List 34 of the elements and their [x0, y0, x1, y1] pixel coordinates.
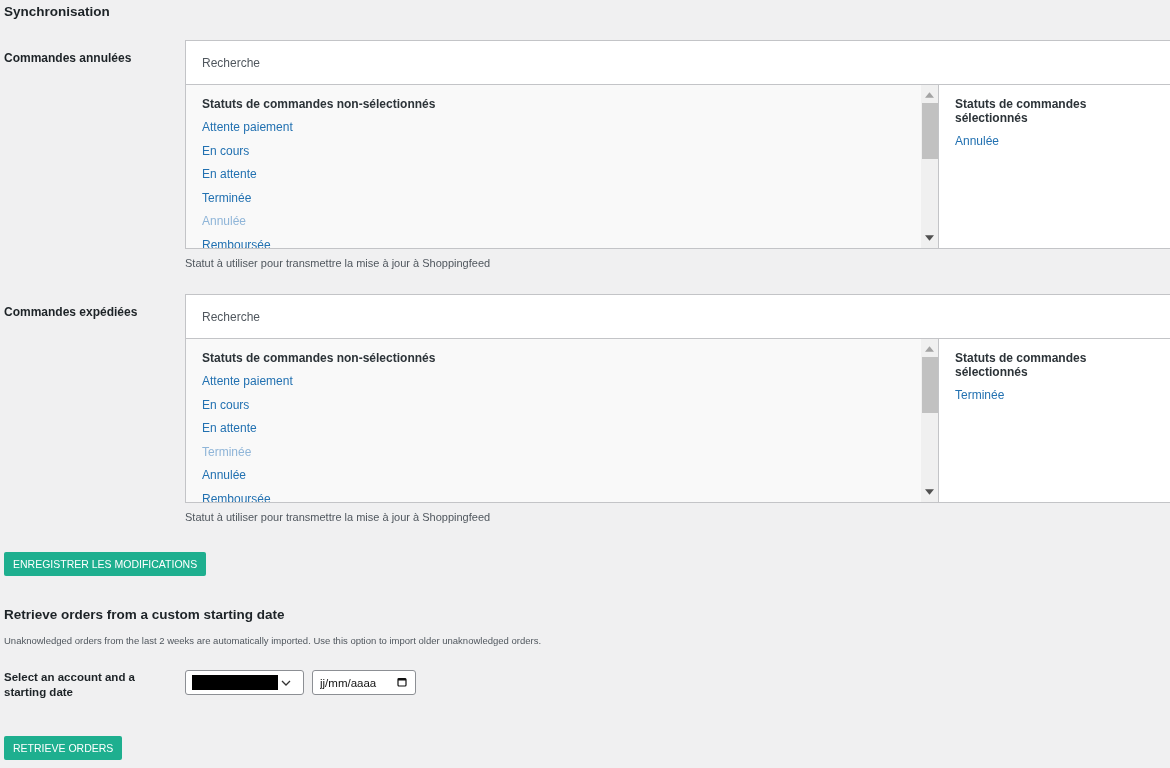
section-heading: Retrieve orders from a custom starting date: [4, 607, 286, 622]
status-option[interactable]: Annulée: [202, 468, 905, 492]
account-select[interactable]: [185, 670, 304, 695]
date-field[interactable]: jj/mm/aaaa: [312, 670, 416, 695]
description-text: Unaknowledged orders from the last 2 weeks are automatically imported. Use this option to import older unaknowledged orders.: [4, 635, 543, 646]
retrieve-button[interactable]: RETRIEVE ORDERS: [4, 736, 123, 760]
scroll-thumb[interactable]: [921, 103, 938, 159]
status-option[interactable]: Attente paiement: [202, 374, 905, 398]
status-option[interactable]: Remboursée: [202, 491, 905, 502]
status-option[interactable]: Terminée: [202, 190, 905, 214]
help-text: Statut à utiliser pour transmettre la mise à jour à Shoppingfeed: [185, 511, 492, 523]
list-heading: Statuts de commandes sélectionnés: [955, 351, 1088, 379]
field-label: Commandes expédiées: [4, 304, 139, 321]
list-heading: Statuts de commandes sélectionnés: [955, 97, 1088, 125]
list-heading: Statuts de commandes non-sélectionnés: [202, 351, 437, 365]
field-label: Select an account and a starting date: [4, 670, 136, 700]
help-text: Statut à utiliser pour transmettre la mise à jour à Shoppingfeed: [185, 257, 492, 269]
status-option[interactable]: En cours: [202, 143, 905, 167]
status-option[interactable]: En cours: [202, 397, 905, 421]
status-option[interactable]: Terminée: [955, 388, 1154, 412]
status-option[interactable]: Attente paiement: [202, 120, 905, 144]
calendar-icon[interactable]: [397, 677, 407, 687]
save-button[interactable]: ENREGISTRER LES MODIFICATIONS: [4, 552, 207, 576]
status-option[interactable]: En attente: [202, 167, 905, 191]
section-title: Synchronisation: [4, 3, 111, 21]
status-option[interactable]: En attente: [202, 421, 905, 445]
chevron-down-icon: [281, 679, 291, 686]
field-label: Commandes annulées: [4, 50, 133, 67]
scroll-down-icon[interactable]: [925, 489, 934, 495]
list-heading: Statuts de commandes non-sélectionnés: [202, 97, 437, 111]
scroll-thumb[interactable]: [921, 357, 938, 413]
status-option[interactable]: Annulée: [955, 134, 1154, 158]
status-option[interactable]: Remboursée: [202, 237, 905, 248]
scroll-down-icon[interactable]: [925, 235, 934, 241]
